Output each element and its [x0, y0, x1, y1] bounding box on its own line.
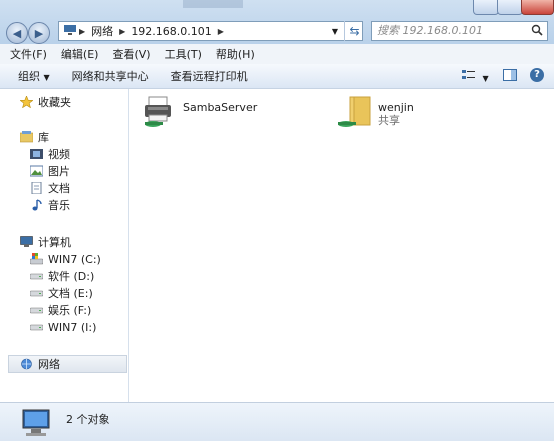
command-bar: 组织 ▼ 网络和共享中心 查看远程打印机 ▼ ?	[0, 64, 554, 89]
maximize-button[interactable]	[497, 0, 523, 15]
item-name: wenjin	[378, 101, 414, 114]
sidebar-item-drive-i[interactable]: WIN7 (I:)	[29, 319, 97, 335]
object-count: 2 个对象	[66, 413, 110, 426]
sidebar-item-drive-f[interactable]: 娱乐 (F:)	[29, 302, 92, 318]
network-computer-icon	[20, 407, 54, 444]
preview-pane-icon	[503, 69, 517, 84]
sidebar-item-label: 文档 (E:)	[48, 287, 93, 300]
sidebar-item-label: 视频	[48, 148, 70, 161]
search-input[interactable]: 搜索 192.168.0.101	[371, 21, 548, 41]
sidebar-item-drive-c[interactable]: WIN7 (C:)	[29, 251, 101, 267]
menu-help[interactable]: 帮助(H)	[216, 46, 255, 62]
back-arrow-icon: ◀	[12, 26, 22, 40]
search-icon[interactable]	[531, 24, 543, 42]
view-options-button[interactable]: ▼	[462, 69, 489, 84]
content-pane: SambaServer wenjin 共享	[129, 89, 554, 402]
address-bar[interactable]: ▶ 网络 ▶ 192.168.0.101 ▶ ▼	[58, 21, 363, 41]
sidebar-item-label: WIN7 (I:)	[48, 320, 97, 334]
help-icon[interactable]: ?	[530, 68, 544, 82]
item-name: SambaServer	[183, 101, 258, 114]
breadcrumb-network[interactable]: 网络	[91, 23, 113, 39]
sidebar-item-libraries[interactable]: 库	[19, 129, 49, 145]
music-icon	[30, 199, 43, 211]
drive-icon	[29, 287, 44, 299]
sidebar-item-music[interactable]: 音乐	[30, 197, 70, 213]
breadcrumb-arrow-icon[interactable]: ▶	[218, 27, 224, 36]
sidebar-item-drive-e[interactable]: 文档 (E:)	[29, 285, 93, 301]
title-fragment	[183, 0, 243, 8]
menu-view[interactable]: 查看(V)	[112, 46, 150, 62]
drive-icon	[29, 304, 44, 316]
view-printers-button[interactable]: 查看远程打印机	[171, 68, 248, 84]
sidebar-item-label: 图片	[48, 165, 70, 178]
sidebar-item-label: 库	[38, 131, 49, 144]
organize-label: 组织	[18, 70, 40, 83]
breadcrumb-arrow-icon[interactable]: ▶	[79, 27, 85, 36]
sidebar-item-label: 娱乐 (F:)	[48, 304, 92, 317]
search-placeholder: 搜索 192.168.0.101	[377, 24, 483, 37]
document-icon	[30, 181, 43, 195]
sidebar-item-favorites[interactable]: 收藏夹	[19, 94, 71, 110]
sidebar-item-pictures[interactable]: 图片	[29, 163, 70, 179]
picture-icon	[29, 165, 44, 177]
menu-bar: 文件(F) 编辑(E) 查看(V) 工具(T) 帮助(H)	[0, 44, 554, 65]
chevron-down-icon: ▼	[43, 73, 50, 82]
organize-button[interactable]: 组织 ▼	[18, 68, 50, 84]
close-button[interactable]	[521, 0, 554, 15]
network-location-icon	[63, 24, 77, 39]
sidebar-item-videos[interactable]: 视频	[30, 146, 70, 162]
preview-pane-button[interactable]	[503, 69, 517, 84]
sidebar-item-computer[interactable]: 计算机	[20, 234, 71, 250]
sidebar-item-network[interactable]: 网络	[20, 356, 60, 372]
sidebar-item-label: 收藏夹	[38, 96, 71, 109]
forward-arrow-icon: ▶	[34, 26, 44, 40]
breadcrumb-arrow-icon[interactable]: ▶	[119, 27, 125, 36]
printer-icon	[141, 95, 177, 132]
star-icon	[19, 95, 34, 109]
computer-icon	[20, 236, 33, 248]
sidebar-item-label: WIN7 (C:)	[48, 252, 101, 266]
refresh-icon: ⇆	[349, 24, 360, 38]
breadcrumb-host[interactable]: 192.168.0.101	[131, 25, 211, 38]
menu-edit[interactable]: 编辑(E)	[61, 46, 99, 62]
view-icon	[462, 70, 476, 84]
shared-folder-icon	[336, 95, 372, 134]
refresh-button[interactable]: ⇆	[344, 21, 364, 41]
history-dropdown-icon[interactable]: ▼	[332, 27, 338, 36]
menu-tools[interactable]: 工具(T)	[165, 46, 202, 62]
sidebar-item-label: 网络	[38, 358, 60, 371]
network-icon	[20, 358, 33, 370]
sidebar-item-documents[interactable]: 文档	[30, 180, 70, 196]
item-subtitle: 共享	[378, 114, 400, 127]
forward-button[interactable]: ▶	[28, 22, 50, 44]
system-drive-icon	[29, 253, 44, 265]
back-button[interactable]: ◀	[6, 22, 28, 44]
menu-file[interactable]: 文件(F)	[10, 46, 47, 62]
sidebar-item-label: 文档	[48, 182, 70, 195]
minimize-button[interactable]	[473, 0, 499, 15]
list-item[interactable]: wenjin 共享	[336, 95, 414, 134]
navigation-pane: 收藏夹 库 视频 图片 文档 音乐 计算机 WIN7 (C:) 软件 (D:) …	[0, 89, 129, 402]
sidebar-item-label: 音乐	[48, 199, 70, 212]
list-item[interactable]: SambaServer	[141, 95, 257, 132]
chevron-down-icon: ▼	[482, 74, 489, 83]
video-icon	[30, 148, 43, 160]
drive-icon	[29, 321, 44, 333]
sidebar-item-label: 软件 (D:)	[48, 270, 95, 283]
drive-icon	[29, 270, 44, 282]
sidebar-item-label: 计算机	[38, 236, 71, 249]
sidebar-item-drive-d[interactable]: 软件 (D:)	[29, 268, 95, 284]
library-icon	[19, 131, 34, 143]
status-bar: 2 个对象	[0, 402, 554, 441]
network-center-button[interactable]: 网络和共享中心	[72, 68, 149, 84]
